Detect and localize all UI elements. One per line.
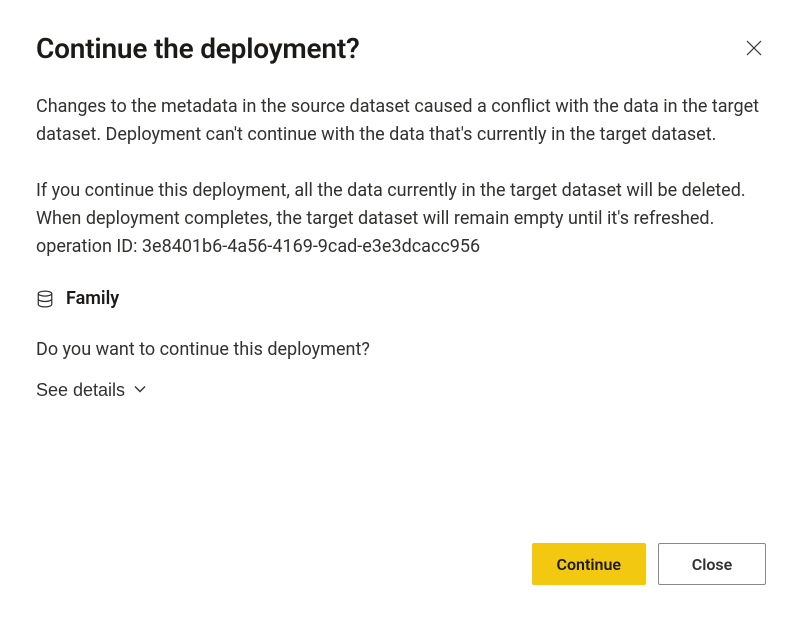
deployment-confirm-dialog: Continue the deployment? Changes to the … [0,0,802,617]
see-details-label: See details [36,380,125,401]
body-paragraph-2: If you continue this deployment, all the… [36,177,766,233]
dialog-title: Continue the deployment? [36,32,360,65]
dataset-row: Family [36,288,766,309]
chevron-down-icon [133,380,147,401]
spacer [36,401,766,523]
close-footer-button[interactable]: Close [658,543,766,585]
operation-id-line: operation ID: 3e8401b6-4a56-4169-9cad-e3… [36,233,766,261]
continue-button[interactable]: Continue [532,543,646,585]
dialog-footer: Continue Close [36,543,766,585]
dialog-header: Continue the deployment? [36,32,766,65]
confirm-question: Do you want to continue this deployment? [36,339,766,360]
dialog-body: Changes to the metadata in the source da… [36,93,766,260]
close-icon [746,40,762,59]
dataset-icon [36,290,54,308]
see-details-toggle[interactable]: See details [36,380,766,401]
dataset-name: Family [66,288,119,309]
body-paragraph-1: Changes to the metadata in the source da… [36,93,766,149]
close-button[interactable] [742,36,766,63]
